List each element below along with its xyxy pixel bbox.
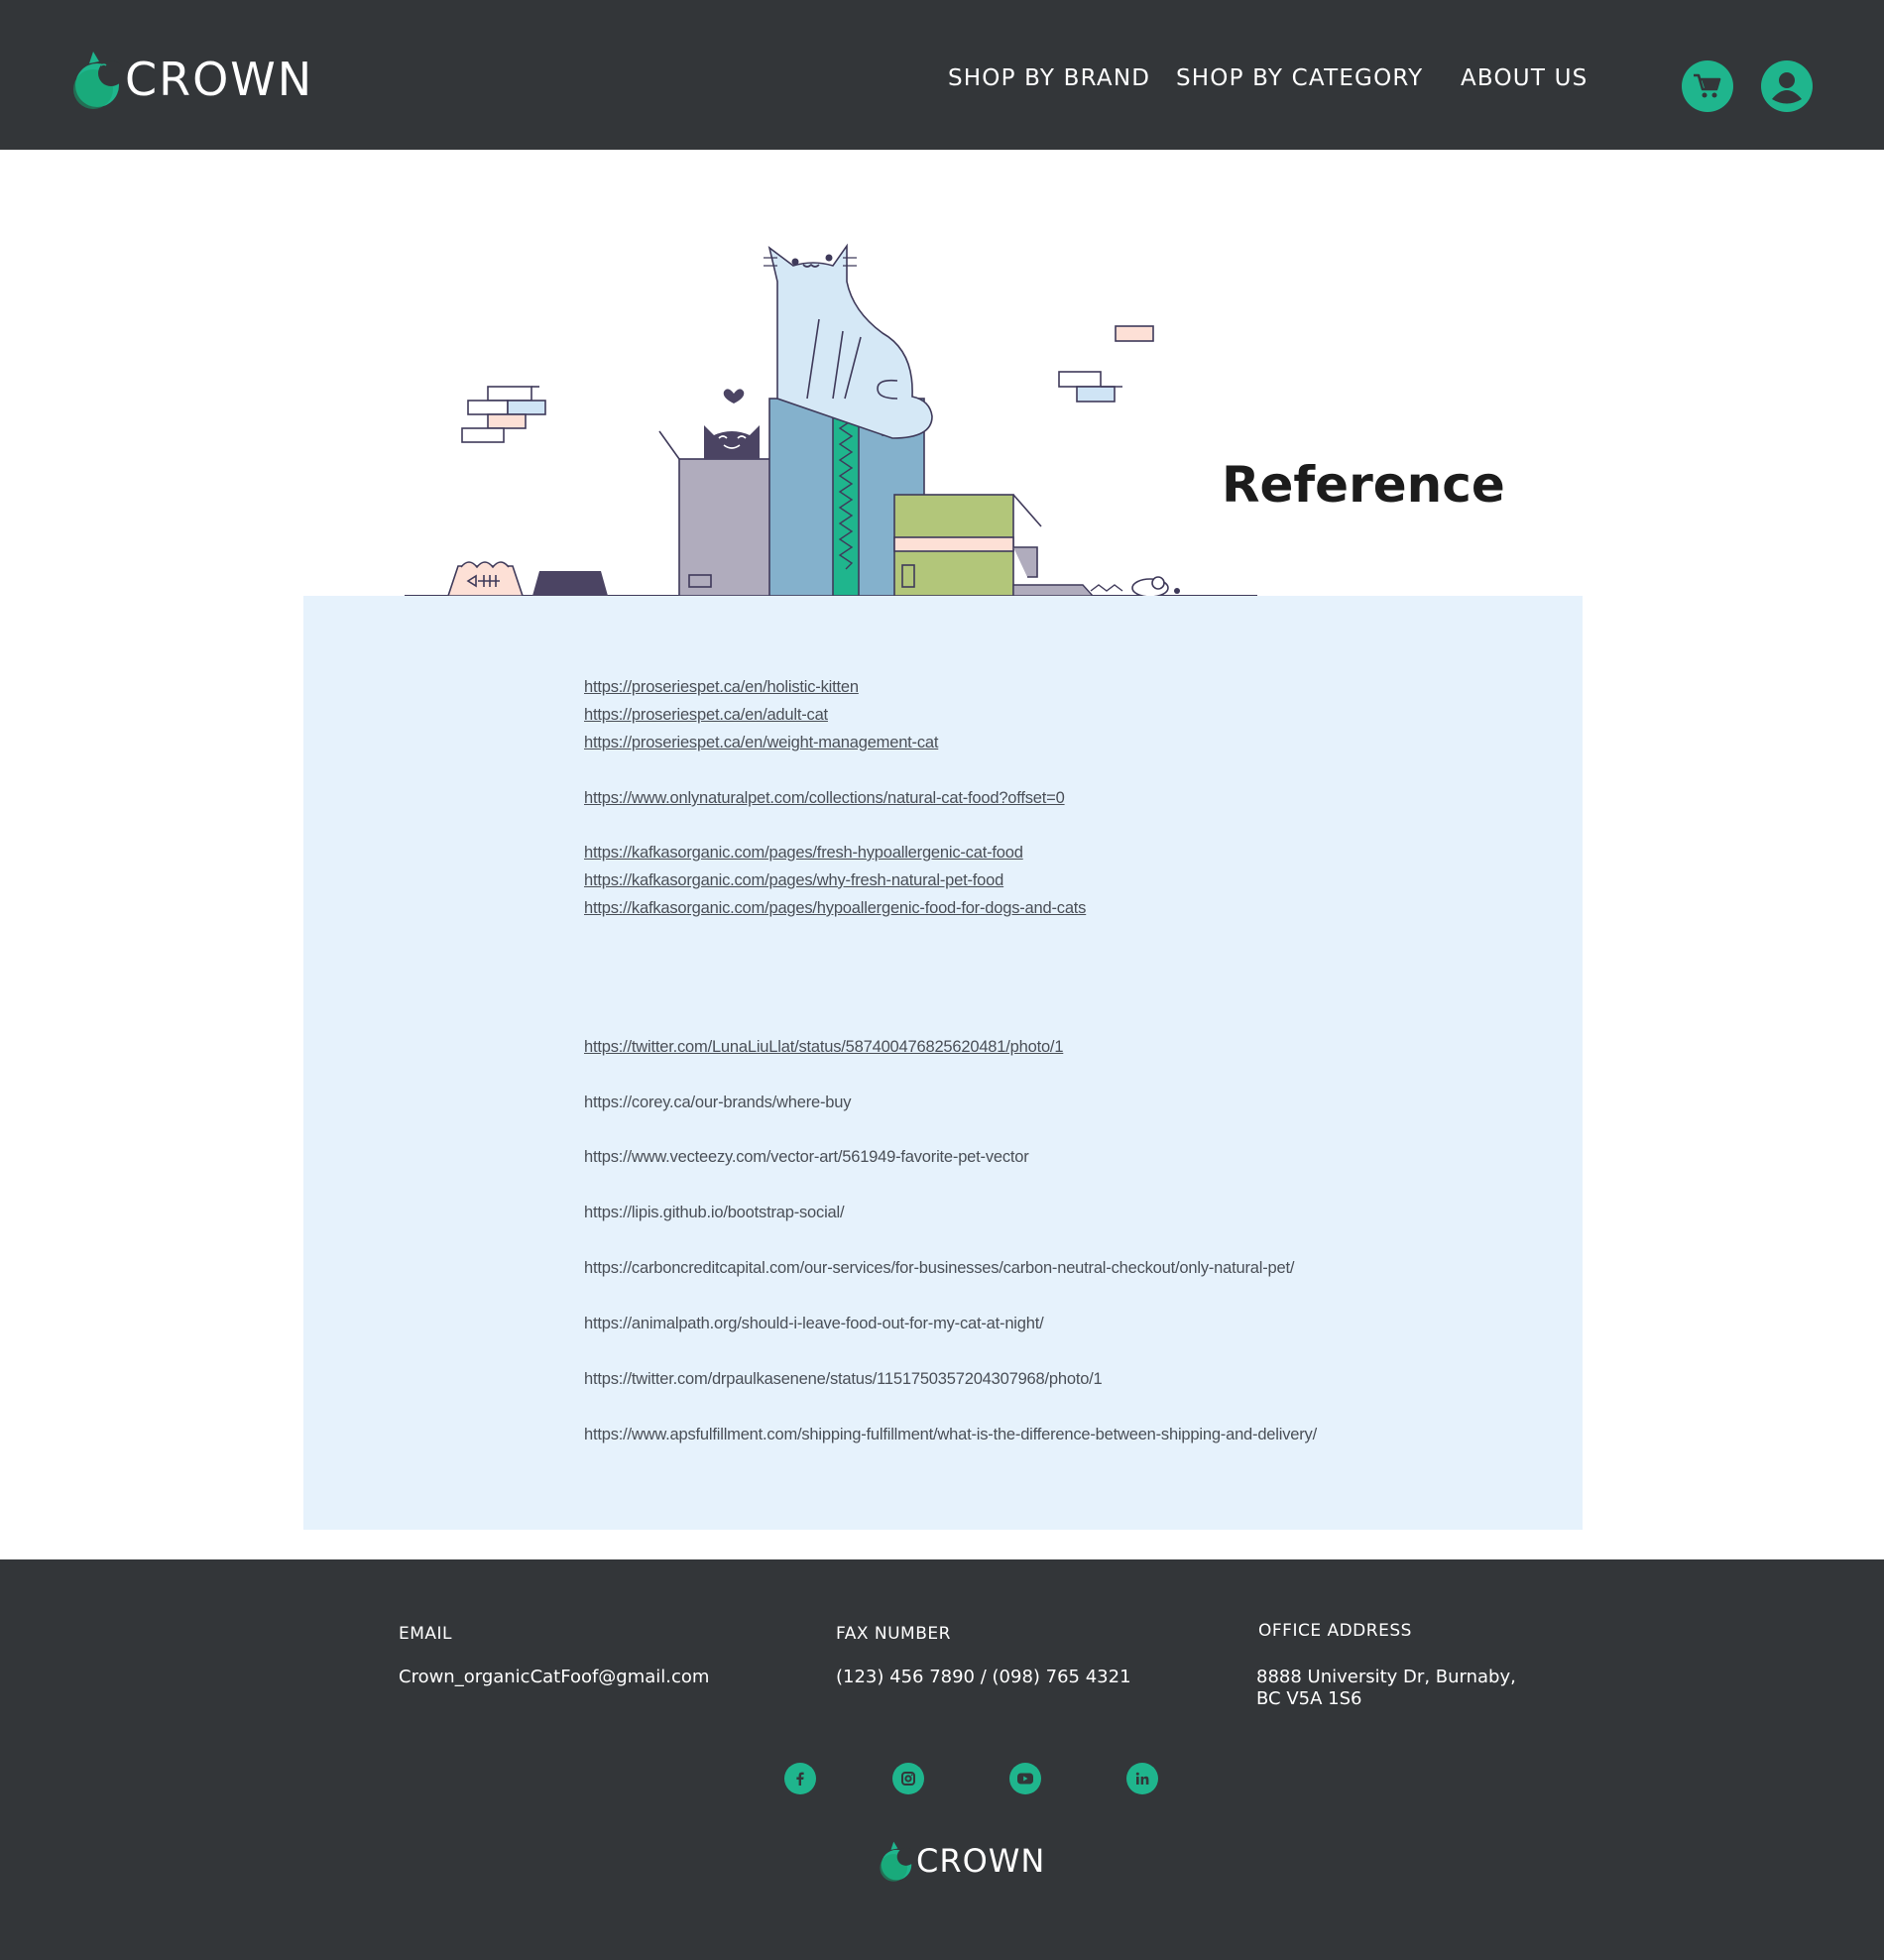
- reference-text: https://carboncreditcapital.com/our-serv…: [584, 1259, 1295, 1277]
- reference-link[interactable]: https://proseriespet.ca/en/holistic-kitt…: [584, 678, 859, 697]
- linkedin-button[interactable]: [1126, 1763, 1158, 1794]
- account-button[interactable]: [1761, 60, 1813, 112]
- reference-text: https://www.apsfulfillment.com/shipping-…: [584, 1426, 1317, 1443]
- cart-icon: [1694, 73, 1721, 98]
- reference-link[interactable]: https://kafkasorganic.com/pages/hypoalle…: [584, 899, 1086, 918]
- footer-brand-name: CROWN: [916, 1842, 1046, 1880]
- address-line-1: 8888 University Dr, Burnaby,: [1256, 1667, 1516, 1687]
- facebook-button[interactable]: [784, 1763, 816, 1794]
- reference-text: https://lipis.github.io/bootstrap-social…: [584, 1204, 845, 1221]
- footer-logo[interactable]: CROWN: [879, 1836, 1045, 1886]
- reference-link[interactable]: https://proseriespet.ca/en/weight-manage…: [584, 734, 938, 752]
- cat-logo-icon: [880, 1841, 914, 1882]
- nav-shop-by-category[interactable]: SHOP BY CATEGORY: [1176, 65, 1423, 91]
- instagram-button[interactable]: [892, 1763, 924, 1794]
- address-label: OFFICE ADDRESS: [1258, 1621, 1412, 1641]
- email-label: EMAIL: [399, 1624, 453, 1644]
- reference-link[interactable]: https://proseriespet.ca/en/adult-cat: [584, 706, 828, 725]
- cat-logo-icon: [73, 52, 123, 109]
- reference-link[interactable]: https://kafkasorganic.com/pages/fresh-hy…: [584, 844, 1023, 863]
- reference-link[interactable]: https://kafkasorganic.com/pages/why-fres…: [584, 871, 1003, 890]
- reference-text: https://corey.ca/our-brands/where-buy: [584, 1094, 852, 1111]
- fax-value: (123) 456 7890 / (098) 765 4321: [836, 1667, 1131, 1687]
- youtube-icon: [1017, 1773, 1033, 1785]
- youtube-button[interactable]: [1009, 1763, 1041, 1794]
- reference-text: https://twitter.com/drpaulkasenene/statu…: [584, 1370, 1103, 1388]
- site-footer: [0, 1559, 1884, 1960]
- address-line-2: BC V5A 1S6: [1256, 1688, 1362, 1709]
- user-icon: [1772, 72, 1802, 104]
- references-panel: [303, 596, 1583, 1530]
- fax-label: FAX NUMBER: [836, 1624, 951, 1644]
- linkedin-icon: [1135, 1772, 1149, 1785]
- reference-link[interactable]: https://www.onlynaturalpet.com/collectio…: [584, 789, 1065, 808]
- cats-with-boxes-illustration: [405, 243, 1257, 613]
- site-header: CROWN SHOP BY BRAND SHOP BY CATEGORY ABO…: [0, 0, 1884, 150]
- nav-shop-by-brand[interactable]: SHOP BY BRAND: [948, 65, 1150, 91]
- nav-about-us[interactable]: ABOUT US: [1461, 65, 1588, 91]
- reference-link[interactable]: https://twitter.com/LunaLiuLlat/status/5…: [584, 1038, 1063, 1057]
- header-logo[interactable]: CROWN: [71, 44, 313, 115]
- instagram-icon: [901, 1772, 915, 1786]
- cart-button[interactable]: [1682, 60, 1733, 112]
- facebook-icon: [796, 1772, 804, 1786]
- page-title: Reference: [1222, 456, 1505, 514]
- email-value[interactable]: Crown_organicCatFoof@gmail.com: [399, 1667, 709, 1688]
- brand-name: CROWN: [125, 53, 314, 106]
- reference-text: https://animalpath.org/should-i-leave-fo…: [584, 1315, 1044, 1332]
- reference-text: https://www.vecteezy.com/vector-art/5619…: [584, 1148, 1029, 1166]
